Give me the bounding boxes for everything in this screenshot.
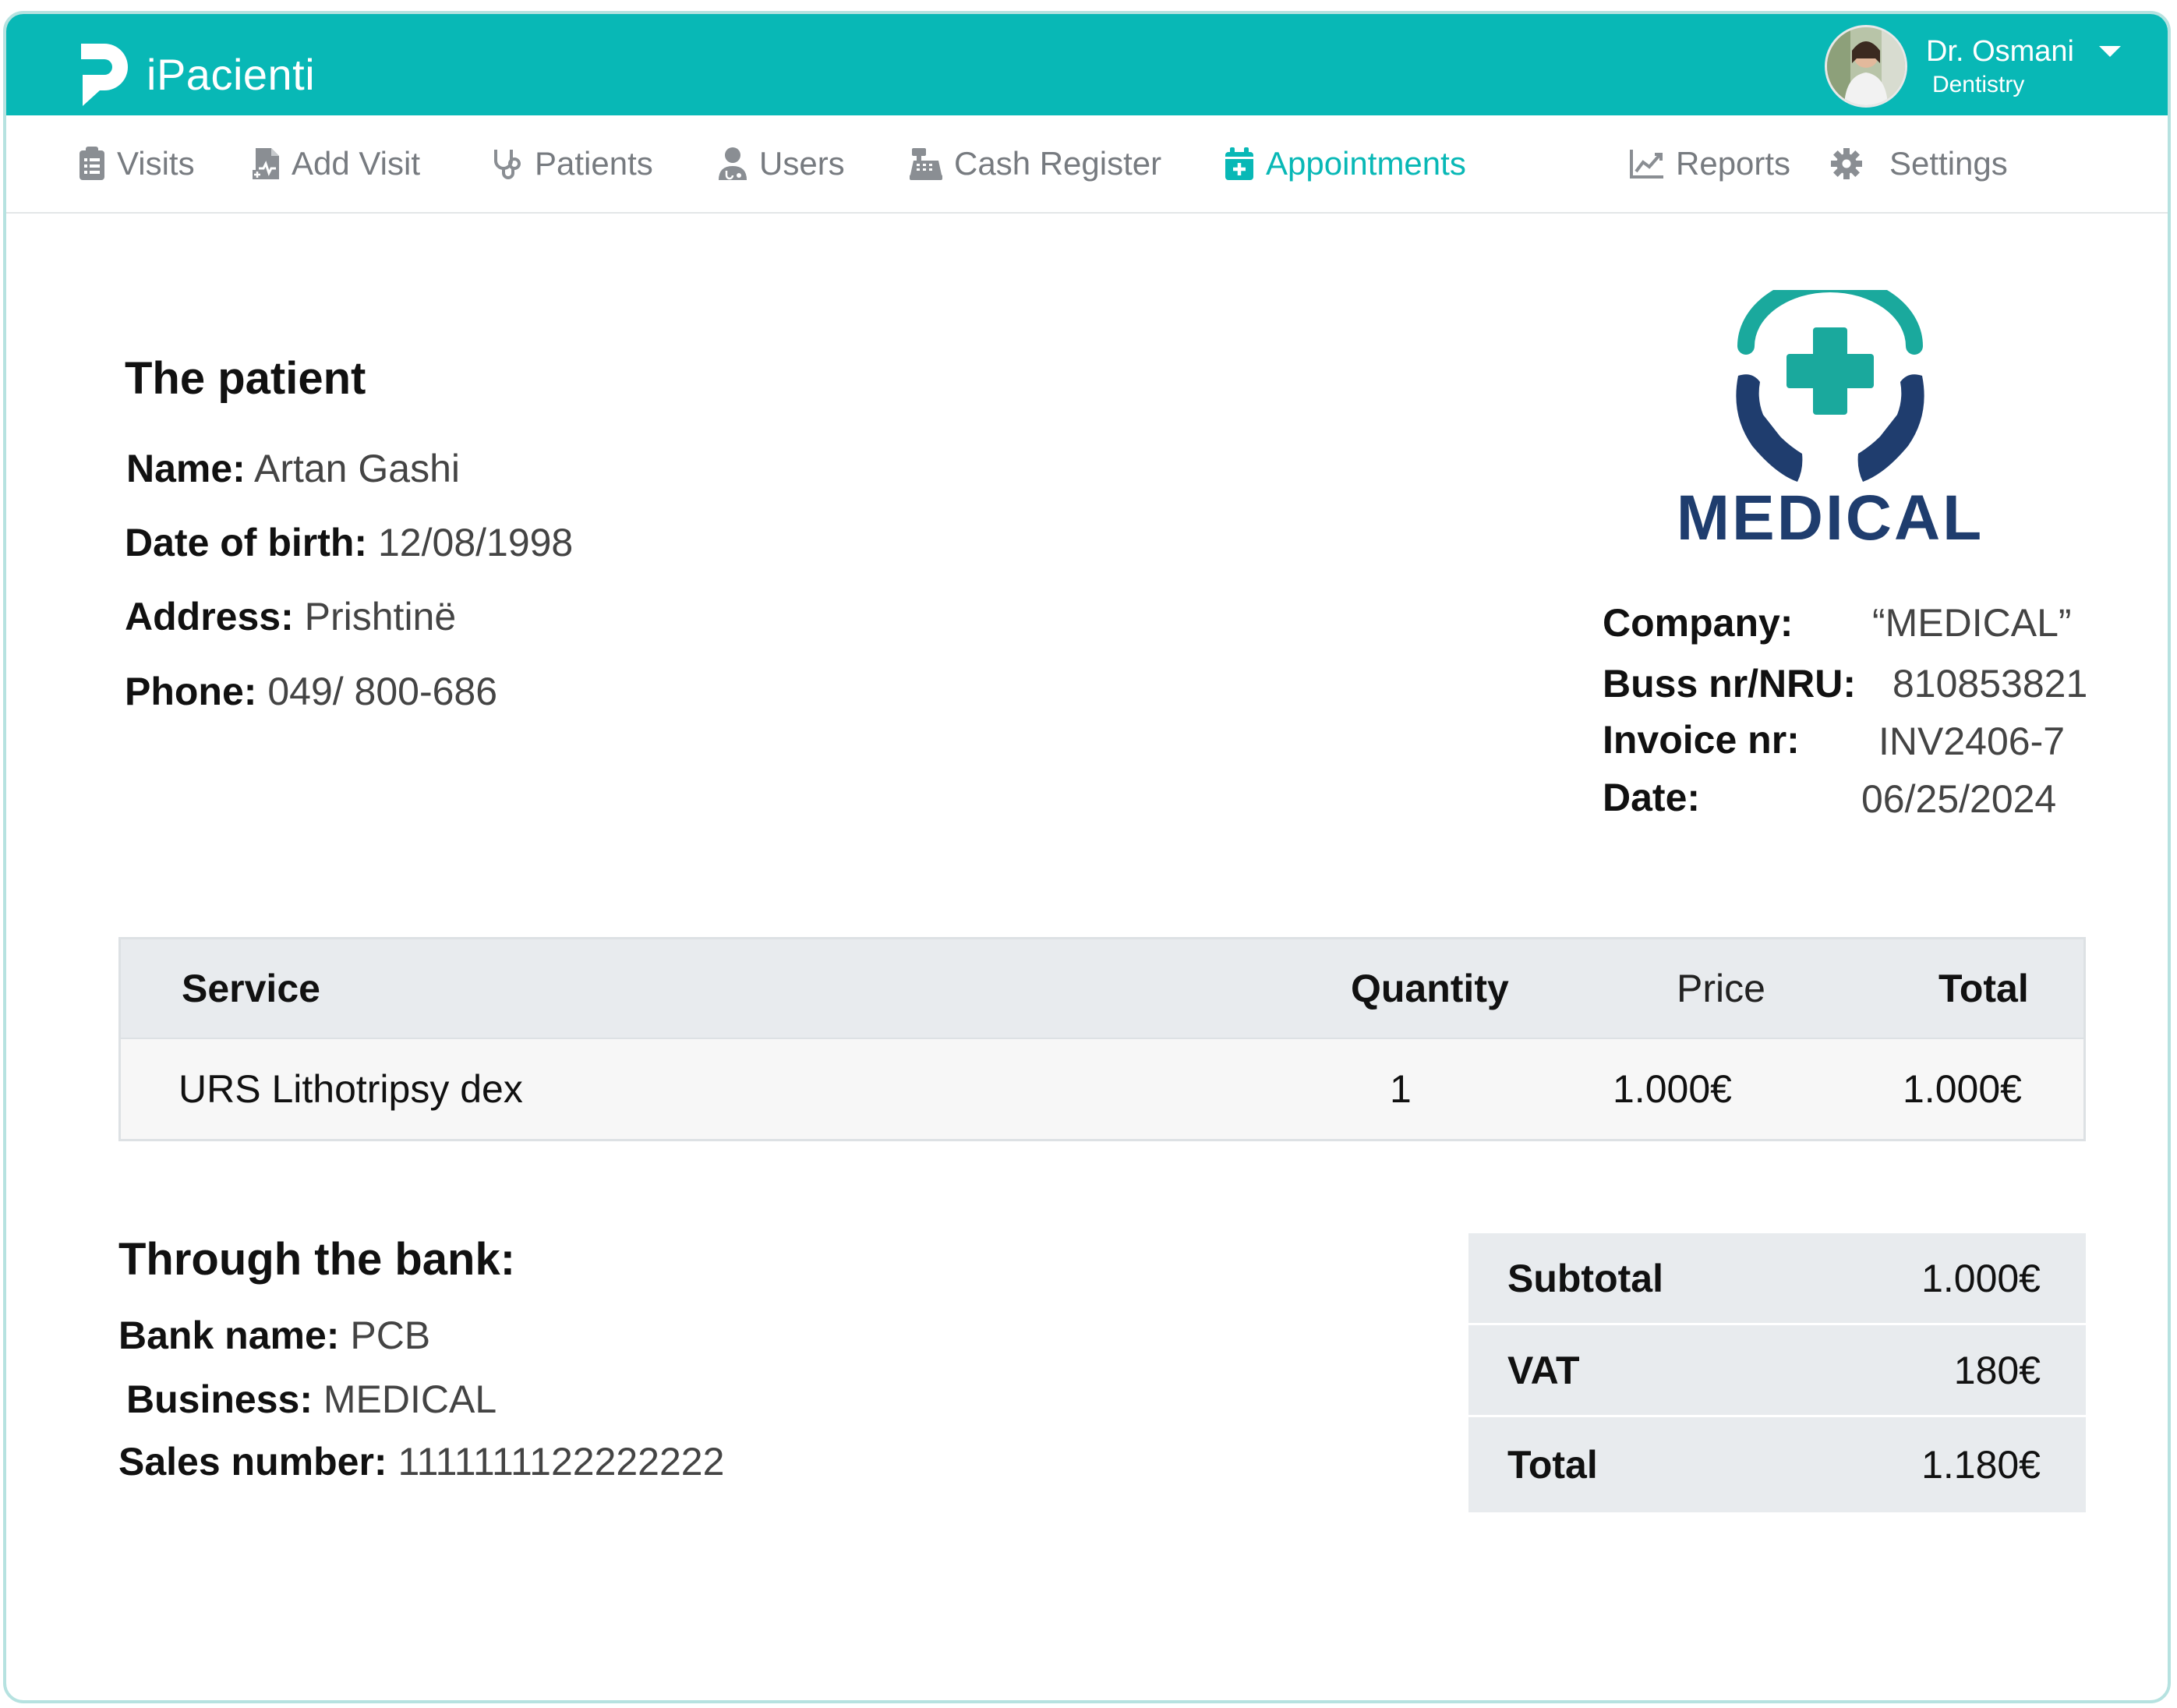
buss-nr-label: Buss nr/NRU: xyxy=(1603,662,1857,705)
patient-phone-value: 049/ 800-686 xyxy=(267,670,498,713)
patient-phone-label: Phone: xyxy=(125,670,257,713)
ipacienti-logo-icon xyxy=(81,44,128,106)
nav-label-patients: Patients xyxy=(535,145,653,182)
bank-sales-value: 1111111122222222 xyxy=(398,1440,725,1483)
nav-label-cash-register: Cash Register xyxy=(954,145,1162,182)
stethoscope-icon xyxy=(494,150,521,179)
subtotal-value: 1.000€ xyxy=(1921,1256,2041,1300)
nav-label-visits: Visits xyxy=(117,145,195,182)
user-menu[interactable]: Dr. Osmani Dentistry xyxy=(1824,25,2121,108)
header-quantity: Quantity xyxy=(1351,967,1509,1010)
patient-phone: Phone: 049/ 800-686 xyxy=(125,669,497,714)
patient-dob: Date of birth: 12/08/1998 xyxy=(125,520,573,565)
nav-label-add-visit: Add Visit xyxy=(292,145,420,182)
total-label: Total xyxy=(1507,1443,1598,1487)
clipboard-icon xyxy=(80,147,104,180)
services-table: Service Quantity Price Total URS Lithotr… xyxy=(118,937,2086,1141)
nav-item-users[interactable]: Users xyxy=(717,145,845,182)
nav-label-appointments: Appointments xyxy=(1266,145,1466,182)
subtotal-label: Subtotal xyxy=(1507,1256,1663,1300)
patient-name-label: Name: xyxy=(126,447,246,490)
invoice: The patient Name: Artan Gashi Date of bi… xyxy=(6,212,2168,1700)
nav-item-patients[interactable]: Patients xyxy=(491,145,653,182)
company-logo: MEDICAL xyxy=(1666,290,1994,555)
app-name: iPacienti xyxy=(147,49,316,99)
subtotal-row: Subtotal 1.000€ xyxy=(1468,1233,2086,1325)
app-logo[interactable]: iPacienti xyxy=(76,41,315,108)
user-name: Dr. Osmani xyxy=(1925,34,2074,68)
buss-nr-value: 810853821 xyxy=(1893,662,2088,705)
nav-item-visits[interactable]: Visits xyxy=(78,145,195,182)
table-row[interactable]: URS Lithotripsy dex 1 1.000€ 1.000€ xyxy=(121,1039,2083,1139)
header-total: Total xyxy=(1938,967,2029,1010)
nav-label-users: Users xyxy=(759,145,845,182)
bank-sales-label: Sales number: xyxy=(118,1440,387,1483)
vat-label: VAT xyxy=(1507,1348,1580,1392)
main-nav: Visits Add Visit Patients Users Cash Reg… xyxy=(6,115,2168,214)
services-table-header: Service Quantity Price Total xyxy=(121,939,2083,1039)
bank-business-label: Business: xyxy=(126,1377,313,1421)
header-price: Price xyxy=(1677,967,1765,1010)
avatar-photo-icon xyxy=(1826,27,1905,105)
avatar[interactable] xyxy=(1824,25,1907,108)
vat-row: VAT 180€ xyxy=(1468,1325,2086,1417)
patient-name-value: Artan Gashi xyxy=(253,447,460,490)
company-value: “MEDICAL” xyxy=(1872,601,2072,645)
bank-sales-number: Sales number: 1111111122222222 xyxy=(118,1439,724,1484)
nav-item-add-visit[interactable]: Add Visit xyxy=(253,145,420,182)
invoice-nr-value: INV2406-7 xyxy=(1878,720,2066,763)
nav-label-reports: Reports xyxy=(1676,145,1791,182)
bank-business-value: MEDICAL xyxy=(323,1377,497,1421)
app-window: iPacienti Dr. Osmani Dentistry Visits Ad… xyxy=(3,11,2171,1703)
totals-box: Subtotal 1.000€ VAT 180€ Total 1.180€ xyxy=(1468,1233,2086,1512)
row-price: 1.000€ xyxy=(1613,1067,1732,1111)
patient-heading: The patient xyxy=(125,353,366,404)
bank-heading: Through the bank: xyxy=(118,1234,516,1285)
patient-dob-value: 12/08/1998 xyxy=(378,521,574,564)
user-name-row[interactable]: Dr. Osmani xyxy=(1926,35,2121,69)
patient-address-label: Address: xyxy=(125,595,294,638)
row-total: 1.000€ xyxy=(1903,1067,2022,1111)
row-service: URS Lithotripsy dex xyxy=(178,1067,523,1111)
chart-line-icon xyxy=(1630,150,1663,179)
company-logo-text: MEDICAL xyxy=(1676,483,1984,553)
user-doctor-icon xyxy=(719,147,747,180)
top-bar: iPacienti Dr. Osmani Dentistry xyxy=(6,14,2168,115)
invoice-nr-label: Invoice nr: xyxy=(1603,718,1800,762)
date-value: 06/25/2024 xyxy=(1861,777,2057,821)
bank-name: Bank name: PCB xyxy=(118,1313,430,1358)
calendar-plus-icon xyxy=(1225,147,1253,180)
nav-item-appointments[interactable]: Appointments xyxy=(1224,145,1466,182)
vat-value: 180€ xyxy=(1953,1348,2041,1392)
total-row: Total 1.180€ xyxy=(1468,1417,2086,1512)
user-specialty: Dentistry xyxy=(1931,71,2025,97)
company-label: Company: xyxy=(1603,601,1794,645)
bank-business: Business: MEDICAL xyxy=(126,1377,497,1422)
gear-icon xyxy=(1831,148,1862,179)
patient-address-value: Prishtinë xyxy=(304,595,457,638)
patient-dob-label: Date of birth: xyxy=(125,521,368,564)
patient-address: Address: Prishtinë xyxy=(125,594,456,639)
nav-item-settings[interactable]: Settings xyxy=(1830,145,2008,182)
file-add-icon xyxy=(253,148,279,179)
nav-item-reports[interactable]: Reports xyxy=(1629,145,1790,182)
total-value: 1.180€ xyxy=(1921,1443,2041,1487)
header-service: Service xyxy=(182,967,320,1010)
cash-register-icon xyxy=(910,148,942,180)
bank-name-value: PCB xyxy=(350,1314,431,1357)
chevron-down-icon[interactable] xyxy=(2099,46,2121,57)
medical-hands-cross-icon xyxy=(1736,290,1924,482)
row-quantity: 1 xyxy=(1390,1067,1412,1111)
patient-name: Name: Artan Gashi xyxy=(126,446,460,491)
bank-name-label: Bank name: xyxy=(118,1314,340,1357)
date-label: Date: xyxy=(1603,776,1701,819)
nav-label-settings: Settings xyxy=(1889,145,2008,182)
nav-item-cash-register[interactable]: Cash Register xyxy=(909,145,1161,182)
